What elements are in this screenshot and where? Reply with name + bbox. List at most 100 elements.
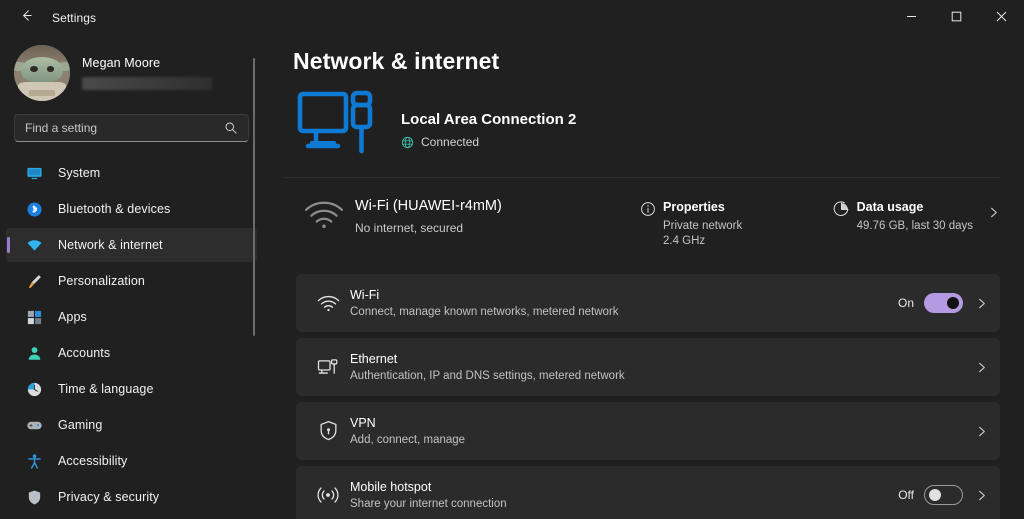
search-input[interactable]: Find a setting — [14, 114, 249, 142]
back-button[interactable] — [8, 4, 44, 32]
sidebar-item-privacy-security[interactable]: Privacy & security — [6, 480, 257, 514]
sidebar-item-label: Accounts — [58, 346, 111, 360]
minimize-icon — [906, 9, 917, 27]
accessibility-icon — [24, 451, 44, 471]
connection-status: Connected — [401, 135, 576, 149]
card-mobile-hotspot[interactable]: Mobile hotspot Share your internet conne… — [296, 466, 1000, 519]
info-circle-icon — [633, 200, 663, 217]
close-icon — [996, 9, 1007, 27]
sidebar-scrollbar[interactable] — [253, 58, 255, 336]
close-button[interactable] — [979, 0, 1024, 36]
sidebar-item-label: Accessibility — [58, 454, 128, 468]
maximize-icon — [951, 9, 962, 27]
wifi-toggle[interactable] — [924, 293, 963, 313]
active-connection-hero: Local Area Connection 2 Connected — [283, 75, 1024, 171]
toggle-label: On — [897, 296, 914, 310]
chevron-right-icon — [987, 206, 1000, 224]
ethernet-icon — [306, 357, 350, 378]
sidebar-item-label: Bluetooth & devices — [58, 202, 171, 216]
profile-meta: Megan Moore — [82, 56, 212, 90]
globe-icon — [401, 136, 414, 149]
card-title: Mobile hotspot — [350, 480, 432, 494]
sidebar-nav: System Bluetooth & devices Network & int… — [0, 154, 263, 514]
card-title: Ethernet — [350, 352, 398, 366]
hero-meta: Local Area Connection 2 Connected — [401, 111, 576, 149]
card-text: Wi-Fi Connect, manage known networks, me… — [350, 288, 898, 318]
wifi-network-name: Wi-Fi (HUAWEI-r4mM) — [355, 198, 502, 214]
sidebar-item-label: System — [58, 166, 101, 180]
properties-line-2: 2.4 GHz — [663, 235, 706, 247]
data-usage-text: Data usage 49.76 GB, last 30 days — [857, 200, 973, 234]
title-bar: Settings — [0, 0, 1024, 36]
wifi-network-status: No internet, secured — [355, 221, 464, 235]
card-subtitle: Authentication, IP and DNS settings, met… — [350, 370, 625, 382]
page-title: Network & internet — [293, 48, 500, 74]
sidebar-item-system[interactable]: System — [6, 156, 257, 190]
card-subtitle: Share your internet connection — [350, 498, 507, 510]
chevron-right-icon[interactable] — [975, 361, 988, 374]
sidebar-item-accessibility[interactable]: Accessibility — [6, 444, 257, 478]
properties-text: Properties Private network 2.4 GHz — [663, 200, 742, 249]
properties-line-1: Private network — [663, 220, 743, 232]
wifi-icon — [24, 235, 44, 255]
card-wifi[interactable]: Wi-Fi Connect, manage known networks, me… — [296, 274, 1000, 332]
properties-title: Properties — [663, 200, 725, 214]
monitor-icon — [24, 163, 44, 183]
card-title: VPN — [350, 416, 376, 430]
connection-name: Local Area Connection 2 — [401, 111, 577, 128]
wifi-network-info: Wi-Fi (HUAWEI-r4mM) No internet, secured — [355, 196, 633, 235]
profile-email-redacted — [82, 77, 212, 90]
maximize-button[interactable] — [934, 0, 979, 36]
chevron-right-icon[interactable] — [975, 489, 988, 502]
clock-icon — [24, 379, 44, 399]
minimize-button[interactable] — [889, 0, 934, 36]
data-usage-chevron[interactable] — [987, 196, 1000, 224]
sidebar-item-time-language[interactable]: Time & language — [6, 372, 257, 406]
card-text: Mobile hotspot Share your internet conne… — [350, 480, 898, 510]
wifi-signal-icon — [306, 294, 350, 313]
data-usage-block[interactable]: Data usage 49.76 GB, last 30 days — [827, 196, 973, 234]
chevron-right-icon[interactable] — [975, 297, 988, 310]
hotspot-icon — [306, 485, 350, 505]
settings-card-list: Wi-Fi Connect, manage known networks, me… — [283, 264, 1024, 519]
sidebar-item-label: Privacy & security — [58, 490, 160, 504]
sidebar-item-label: Personalization — [58, 274, 145, 288]
chevron-right-icon[interactable] — [975, 425, 988, 438]
toggle-label: Off — [898, 488, 914, 502]
sidebar-item-accounts[interactable]: Accounts — [6, 336, 257, 370]
wifi-status-strip: Wi-Fi (HUAWEI-r4mM) No internet, secured… — [283, 178, 1024, 264]
sidebar-item-network-internet[interactable]: Network & internet — [6, 228, 257, 262]
back-arrow-icon — [19, 8, 34, 28]
window-controls — [889, 0, 1024, 36]
sidebar-item-label: Gaming — [58, 418, 103, 432]
sidebar-item-bluetooth-devices[interactable]: Bluetooth & devices — [6, 192, 257, 226]
search-placeholder: Find a setting — [25, 121, 98, 135]
properties-block[interactable]: Properties Private network 2.4 GHz — [633, 196, 742, 249]
card-ethernet[interactable]: Ethernet Authentication, IP and DNS sett… — [296, 338, 1000, 396]
sidebar-item-apps[interactable]: Apps — [6, 300, 257, 334]
profile-name: Megan Moore — [82, 56, 161, 70]
card-subtitle: Add, connect, manage — [350, 434, 466, 446]
avatar — [14, 45, 70, 101]
sidebar-item-label: Apps — [58, 310, 87, 324]
window-body: Megan Moore Find a setting System Blueto… — [0, 36, 1024, 519]
card-vpn[interactable]: VPN Add, connect, manage — [296, 402, 1000, 460]
data-usage-title: Data usage — [856, 200, 924, 214]
card-right: Off — [898, 485, 988, 505]
mobile-hotspot-toggle[interactable] — [924, 485, 963, 505]
vpn-shield-icon — [306, 420, 350, 442]
sidebar-item-personalization[interactable]: Personalization — [6, 264, 257, 298]
sidebar-item-label: Time & language — [58, 382, 154, 396]
data-usage-line-1: 49.76 GB, last 30 days — [856, 220, 973, 232]
search-icon — [224, 121, 238, 135]
gamepad-icon — [24, 415, 44, 435]
card-text: Ethernet Authentication, IP and DNS sett… — [350, 352, 973, 382]
card-right — [973, 425, 988, 438]
sidebar-item-gaming[interactable]: Gaming — [6, 408, 257, 442]
sidebar-item-label: Network & internet — [58, 238, 163, 252]
user-profile[interactable]: Megan Moore — [0, 40, 263, 108]
bluetooth-icon — [24, 199, 44, 219]
connection-status-text: Connected — [421, 135, 480, 149]
pc-ethernet-icon — [293, 89, 387, 171]
content-area: Network & internet Local Area Connection… — [263, 36, 1024, 519]
